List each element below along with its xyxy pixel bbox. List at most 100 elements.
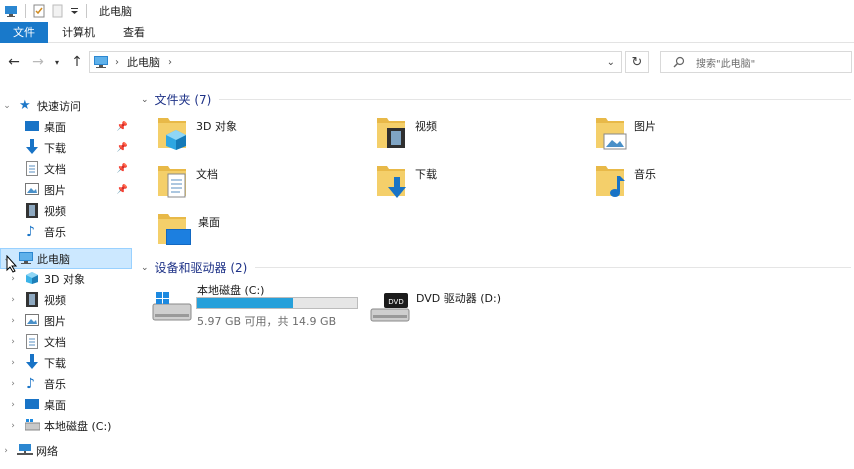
nav-pc-pictures[interactable]: › 图片 [0,310,132,331]
folder-label: 音乐 [634,167,656,181]
drive-name: DVD 驱动器 (D:) [416,292,502,305]
cube-icon [25,271,39,288]
folder-label: 3D 对象 [196,119,237,133]
nav-pc-desktop[interactable]: › 桌面 [0,394,132,415]
nav-pc-downloads[interactable]: › 下载 [0,352,132,373]
video-icon [26,203,38,221]
chevron-right-icon[interactable]: › [8,358,18,368]
folder-music[interactable]: 音乐 [594,160,656,201]
nav-quick-pictures[interactable]: 图片 📌 [0,179,132,200]
nav-quick-music[interactable]: ♪ 音乐 [0,221,132,242]
search-icon [673,56,685,68]
section-folders[interactable]: ⌄ 文件夹 (7) [141,91,851,108]
nav-this-pc[interactable]: ⌄ 此电脑 [0,248,132,269]
drive-c[interactable]: 本地磁盘 (C:) 5.97 GB 可用，共 14.9 GB [150,282,362,328]
chevron-right-icon[interactable]: › [8,400,18,410]
nav-quick-access[interactable]: ⌄ ★ 快速访问 [0,95,132,116]
nav-label: 下载 [44,141,66,155]
music-icon: ♪ [26,223,35,240]
section-devices[interactable]: ⌄ 设备和驱动器 (2) [141,259,851,276]
drive-name: 本地磁盘 (C:) [197,284,265,297]
chevron-right-icon[interactable]: › [1,446,11,456]
nav-label: 本地磁盘 (C:) [44,419,112,433]
address-row: ← → ▾ ↑ › 此电脑 › ⌄ ↻ 搜索"此电脑" [0,46,854,78]
nav-quick-documents[interactable]: 文档 📌 [0,158,132,179]
folder-downloads[interactable]: 下载 [375,160,437,201]
folder-documents[interactable]: 文档 [156,160,218,201]
folder-label: 下载 [415,167,437,181]
properties-icon[interactable] [32,4,46,18]
nav-label: 快速访问 [37,99,81,113]
nav-label: 图片 [44,183,66,197]
chevron-right-icon[interactable]: › [8,316,18,326]
folder-pictures[interactable]: 图片 [594,112,656,153]
folder-3d-objects[interactable]: 3D 对象 [156,112,237,153]
tab-computer[interactable]: 计算机 [48,22,109,43]
pin-icon[interactable]: 📌 [117,164,128,174]
tab-file[interactable]: 文件 [0,22,48,43]
chevron-right-icon[interactable]: › [168,57,172,68]
nav-label: 此电脑 [37,252,70,266]
ribbon-tabs: 文件 计算机 查看 [0,22,854,43]
search-input[interactable]: 搜索"此电脑" [660,51,852,73]
music-icon: ♪ [26,375,35,392]
dvd-badge: DVD [388,298,403,306]
document-icon [26,334,38,352]
chevron-down-icon[interactable]: ⌄ [141,263,149,273]
nav-quick-desktop[interactable]: 桌面 📌 [0,116,132,137]
nav-pc-documents[interactable]: › 文档 [0,331,132,352]
recent-locations-icon[interactable]: ▾ [51,52,63,72]
drive-icon [152,290,192,325]
chevron-right-icon[interactable]: › [8,337,18,347]
folder-label: 视频 [415,119,437,133]
forward-arrow-icon[interactable]: → [28,52,48,72]
desktop-folder-icon [156,208,192,249]
up-arrow-icon[interactable]: ↑ [67,52,87,72]
folder-desktop[interactable]: 桌面 [156,208,220,249]
folder-videos[interactable]: 视频 [375,112,437,153]
nav-pc-3d-objects[interactable]: › 3D 对象 [0,268,132,289]
nav-label: 图片 [44,314,66,328]
chevron-right-icon[interactable]: › [115,57,119,68]
chevron-down-icon[interactable]: ⌄ [141,95,149,105]
computer-icon [18,252,34,268]
address-bar[interactable]: › 此电脑 › ⌄ [89,51,622,73]
refresh-button[interactable]: ↻ [625,51,649,73]
section-title: 文件夹 (7) [154,93,212,107]
nav-quick-videos[interactable]: 视频 [0,200,132,221]
document-icon [26,161,38,179]
pin-icon[interactable]: 📌 [117,122,128,132]
chevron-down-icon[interactable]: ⌄ [607,57,615,68]
chevron-right-icon[interactable]: › [8,295,18,305]
desktop-icon [25,399,39,413]
chevron-down-icon[interactable]: ⌄ [2,101,12,111]
chevron-right-icon[interactable]: › [8,421,18,431]
computer-icon [93,55,109,69]
pin-icon[interactable]: 📌 [117,185,128,195]
nav-network[interactable]: › 网络 [0,440,132,461]
nav-label: 音乐 [44,377,66,391]
music-folder-icon [594,160,628,201]
dvd-drive-icon: DVD [370,289,410,326]
nav-label: 视频 [44,293,66,307]
refresh-icon: ↻ [631,54,643,70]
nav-label: 下载 [44,356,66,370]
nav-pc-videos[interactable]: › 视频 [0,289,132,310]
videos-folder-icon [375,112,409,153]
nav-label: 文档 [44,162,66,176]
chevron-right-icon[interactable]: › [8,274,18,284]
pin-icon[interactable]: 📌 [117,143,128,153]
tab-view[interactable]: 查看 [109,22,159,43]
breadcrumb[interactable]: 此电脑 [127,54,160,70]
customize-toolbar-icon[interactable] [70,4,79,18]
new-folder-icon[interactable] [51,4,65,18]
drive-d[interactable]: DVD DVD 驱动器 (D:) [370,285,540,325]
back-arrow-icon[interactable]: ← [4,52,24,72]
folder-label: 图片 [634,119,656,133]
star-icon: ★ [19,98,31,113]
nav-quick-downloads[interactable]: 下载 📌 [0,137,132,158]
nav-pc-music[interactable]: › ♪ 音乐 [0,373,132,394]
drive-usage-fill [197,298,293,308]
nav-pc-local-disk-c[interactable]: › 本地磁盘 (C:) [0,415,132,436]
chevron-right-icon[interactable]: › [8,379,18,389]
